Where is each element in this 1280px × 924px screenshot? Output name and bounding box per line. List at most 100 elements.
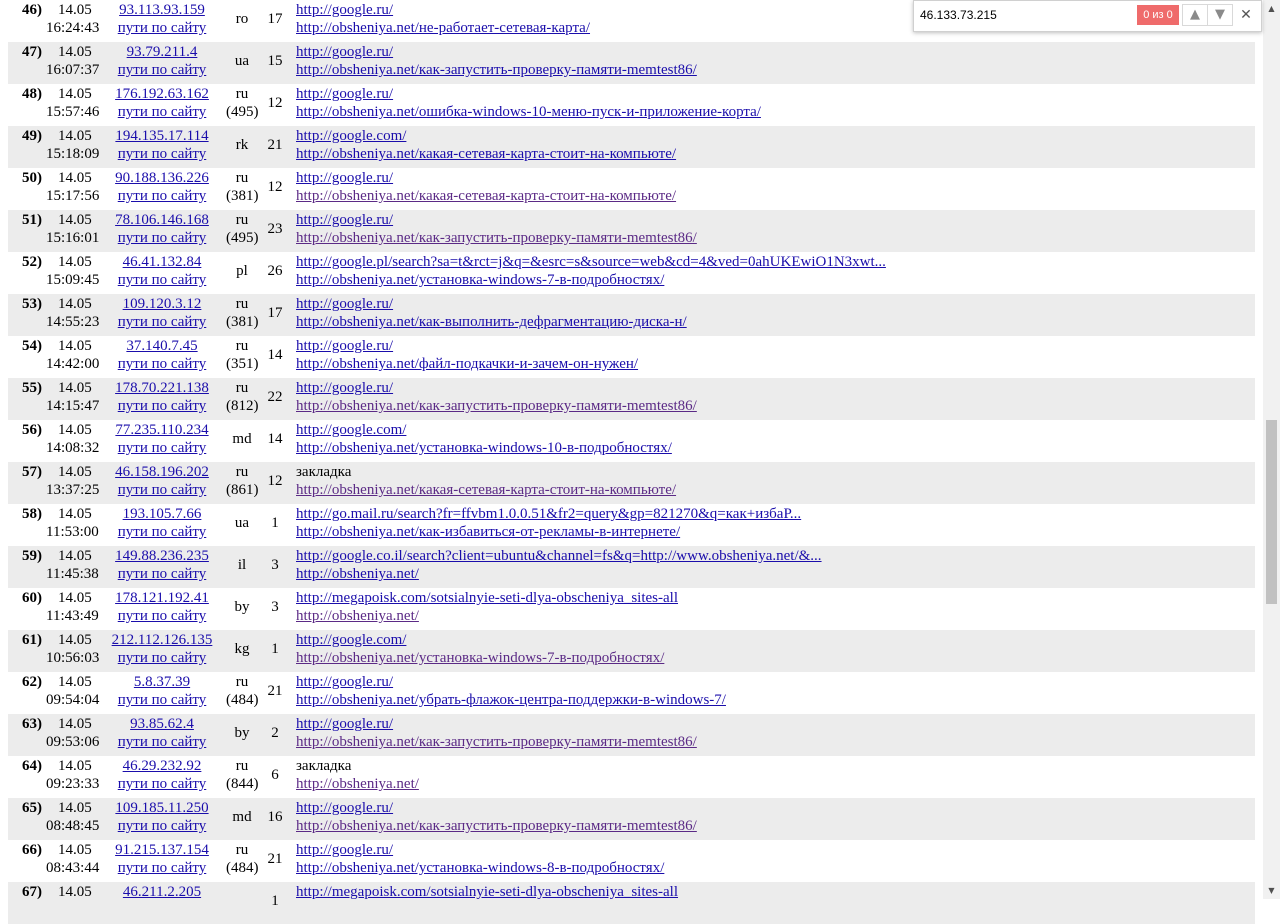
- site-paths-link[interactable]: пути по сайту: [100, 271, 224, 289]
- scroll-up-arrow-icon[interactable]: ▲: [1263, 0, 1280, 17]
- landing-page-link[interactable]: http://obsheniya.net/какая-сетевая-карта…: [296, 481, 676, 499]
- site-paths-link[interactable]: пути по сайту: [100, 61, 224, 79]
- visit-count: 14: [267, 347, 283, 363]
- site-paths-link[interactable]: пути по сайту: [100, 607, 224, 625]
- referrer-link[interactable]: http://megapoisk.com/sotsialnyie-seti-dl…: [296, 589, 678, 607]
- ip-address-link[interactable]: 78.106.146.168: [100, 211, 224, 229]
- referrer-link[interactable]: http://google.ru/: [296, 799, 393, 817]
- find-next-icon[interactable]: ▼: [1207, 4, 1233, 26]
- site-paths-link[interactable]: пути по сайту: [100, 817, 224, 835]
- landing-page-link[interactable]: http://obsheniya.net/не-работает-сетевая…: [296, 19, 590, 37]
- ip-address-link[interactable]: 212.112.126.135: [100, 631, 224, 649]
- site-paths-link[interactable]: пути по сайту: [100, 229, 224, 247]
- referrer-link[interactable]: http://google.ru/: [296, 85, 393, 103]
- site-paths-link[interactable]: пути по сайту: [100, 439, 224, 457]
- landing-page-link[interactable]: http://obsheniya.net/файл-подкачки-и-зач…: [296, 355, 638, 373]
- referrer-link[interactable]: http://google.ru/: [296, 295, 393, 313]
- referrer-link[interactable]: http://google.ru/: [296, 1, 393, 19]
- ip-address-link[interactable]: 109.185.11.250: [100, 799, 224, 817]
- referrer-link[interactable]: http://google.co.il/search?client=ubuntu…: [296, 547, 822, 565]
- ip-address-link[interactable]: 46.41.132.84: [100, 253, 224, 271]
- landing-page-link[interactable]: http://obsheniya.net/установка-windows-7…: [296, 649, 664, 667]
- site-paths-link[interactable]: пути по сайту: [100, 565, 224, 583]
- landing-page-link[interactable]: http://obsheniya.net/как-запустить-прове…: [296, 61, 697, 79]
- ip-address-link[interactable]: 178.70.221.138: [100, 379, 224, 397]
- ip-address-link[interactable]: 91.215.137.154: [100, 841, 224, 859]
- referrer-link[interactable]: http://google.ru/: [296, 715, 393, 733]
- scroll-down-arrow-icon[interactable]: ▼: [1263, 882, 1280, 899]
- site-paths-link[interactable]: пути по сайту: [100, 733, 224, 751]
- scrollbar-thumb[interactable]: [1266, 420, 1277, 604]
- ip-address-link[interactable]: 46.29.232.92: [100, 757, 224, 775]
- referrer-link[interactable]: http://google.ru/: [296, 211, 393, 229]
- table-row: 56) 14.05 14:08:32 77.235.110.234 пути по са…: [8, 420, 1255, 462]
- find-input[interactable]: [918, 5, 1142, 25]
- site-paths-link[interactable]: пути по сайту: [100, 775, 224, 793]
- ip-address-link[interactable]: 5.8.37.39: [100, 673, 224, 691]
- landing-page-link[interactable]: http://obsheniya.net/установка-windows-8…: [296, 859, 664, 877]
- site-paths-link[interactable]: пути по сайту: [100, 649, 224, 667]
- visit-count: 22: [267, 389, 283, 405]
- site-paths-link[interactable]: пути по сайту: [100, 523, 224, 541]
- landing-page-link[interactable]: http://obsheniya.net/какая-сетевая-карта…: [296, 187, 676, 205]
- site-paths-link[interactable]: пути по сайту: [100, 481, 224, 499]
- ip-address-link[interactable]: 77.235.110.234: [100, 421, 224, 439]
- site-paths-link[interactable]: пути по сайту: [100, 19, 224, 37]
- referrer-link[interactable]: http://google.com/: [296, 421, 406, 439]
- ip-address-link[interactable]: 37.140.7.45: [100, 337, 224, 355]
- row-number: 57): [22, 464, 42, 480]
- referrer-link[interactable]: http://go.mail.ru/search?fr=ffvbm1.0.0.5…: [296, 505, 801, 523]
- referrer-link[interactable]: http://google.ru/: [296, 379, 393, 397]
- ip-address-link[interactable]: 109.120.3.12: [100, 295, 224, 313]
- site-paths-link[interactable]: пути по сайту: [100, 859, 224, 877]
- ip-address-link[interactable]: 90.188.136.226: [100, 169, 224, 187]
- ip-address-link[interactable]: 93.79.211.4: [100, 43, 224, 61]
- find-previous-icon[interactable]: ▲: [1182, 4, 1207, 26]
- site-paths-link[interactable]: пути по сайту: [100, 313, 224, 331]
- referrer-link[interactable]: http://google.ru/: [296, 169, 393, 187]
- site-paths-link[interactable]: пути по сайту: [100, 145, 224, 163]
- landing-page-link[interactable]: http://obsheniya.net/: [296, 775, 419, 793]
- landing-page-link[interactable]: http://obsheniya.net/как-запустить-прове…: [296, 817, 697, 835]
- ip-address-link[interactable]: 93.113.93.159: [100, 1, 224, 19]
- landing-page-link[interactable]: http://obsheniya.net/: [296, 607, 419, 625]
- landing-page-link[interactable]: http://obsheniya.net/ошибка-windows-10-м…: [296, 103, 761, 121]
- referrer-link[interactable]: http://megapoisk.com/sotsialnyie-seti-dl…: [296, 883, 678, 901]
- ip-address-link[interactable]: 149.88.236.235: [100, 547, 224, 565]
- ip-address-link[interactable]: 46.211.2.205: [100, 883, 224, 901]
- row-number: 52): [22, 254, 42, 270]
- landing-page-link[interactable]: http://obsheniya.net/как-запустить-прове…: [296, 733, 697, 751]
- vertical-scrollbar[interactable]: ▲ ▼: [1263, 0, 1280, 899]
- ip-address-link[interactable]: 46.158.196.202: [100, 463, 224, 481]
- referrer-link[interactable]: http://google.ru/: [296, 673, 393, 691]
- visit-date: 14.05: [58, 590, 92, 606]
- referrer-link[interactable]: http://google.com/: [296, 631, 406, 649]
- ip-address-link[interactable]: 93.85.62.4: [100, 715, 224, 733]
- landing-page-link[interactable]: http://obsheniya.net/установка-windows-7…: [296, 271, 664, 289]
- site-paths-link[interactable]: пути по сайту: [100, 691, 224, 709]
- landing-page-link[interactable]: http://obsheniya.net/какая-сетевая-карта…: [296, 145, 676, 163]
- referrer-link[interactable]: http://google.com/: [296, 127, 406, 145]
- referrer-link[interactable]: http://google.ru/: [296, 841, 393, 859]
- referrer-link[interactable]: http://google.pl/search?sa=t&rct=j&q=&es…: [296, 253, 886, 271]
- site-paths-link[interactable]: пути по сайту: [100, 187, 224, 205]
- referrer-link[interactable]: http://google.ru/: [296, 43, 393, 61]
- ip-address-link[interactable]: 176.192.63.162: [100, 85, 224, 103]
- landing-page-link[interactable]: http://obsheniya.net/как-выполнить-дефра…: [296, 313, 687, 331]
- landing-page-link[interactable]: http://obsheniya.net/как-избавиться-от-р…: [296, 523, 680, 541]
- landing-page-link[interactable]: http://obsheniya.net/: [296, 565, 419, 583]
- region-code: (484): [226, 860, 259, 876]
- ip-address-link[interactable]: 193.105.7.66: [100, 505, 224, 523]
- ip-address-link[interactable]: 194.135.17.114: [100, 127, 224, 145]
- close-icon[interactable]: ✕: [1234, 5, 1258, 25]
- landing-page-link[interactable]: http://obsheniya.net/установка-windows-1…: [296, 439, 672, 457]
- landing-page-link[interactable]: http://obsheniya.net/убрать-флажок-центр…: [296, 691, 726, 709]
- landing-page-link[interactable]: http://obsheniya.net/как-запустить-прове…: [296, 397, 697, 415]
- row-number: 48): [22, 86, 42, 102]
- referrer-link[interactable]: http://google.ru/: [296, 337, 393, 355]
- landing-page-link[interactable]: http://obsheniya.net/как-запустить-прове…: [296, 229, 697, 247]
- ip-address-link[interactable]: 178.121.192.41: [100, 589, 224, 607]
- site-paths-link[interactable]: пути по сайту: [100, 355, 224, 373]
- site-paths-link[interactable]: пути по сайту: [100, 103, 224, 121]
- site-paths-link[interactable]: пути по сайту: [100, 397, 224, 415]
